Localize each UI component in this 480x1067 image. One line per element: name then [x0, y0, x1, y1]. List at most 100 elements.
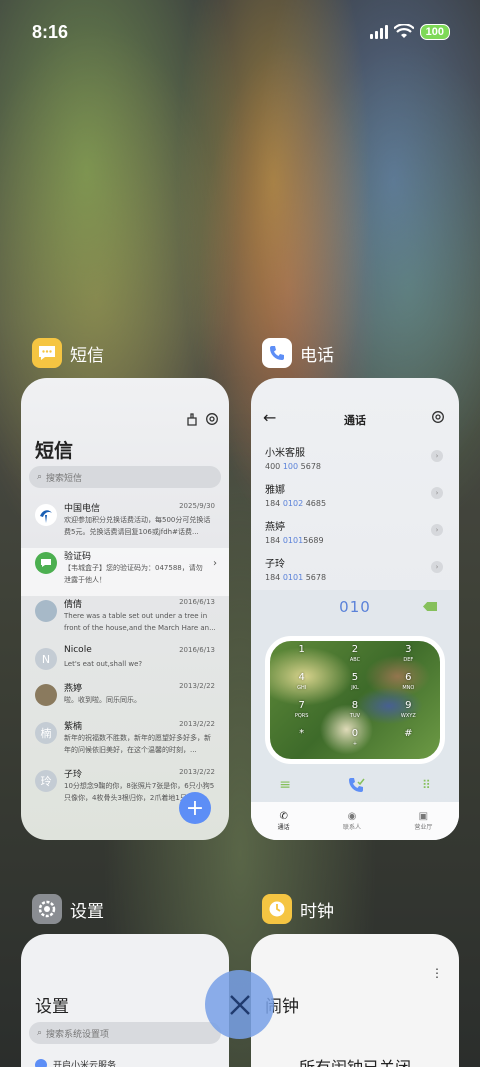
- phone-app-card[interactable]: ← 通话 小米客服 400 100 5678 › 雅娜 184 0102 468…: [251, 378, 459, 840]
- app-header-clock[interactable]: 时钟: [262, 894, 334, 924]
- message-date: 2013/2/22: [179, 768, 215, 776]
- dial-actions: ≡ ⠿: [251, 776, 459, 794]
- avatar: [35, 684, 57, 706]
- message-preview: 【韦城盒子】您的验证码为：047588，请勿泄露于他人！: [64, 564, 203, 584]
- sms-app-icon: [32, 338, 62, 368]
- chevron-right-icon: ›: [431, 561, 443, 573]
- contact-number: 184 0102 4685: [265, 499, 327, 508]
- dialpad-keys: 1 2 ABC 3 DEF 4 GHI 5 JKL 6 MNO 7 PQRS 8 TUV 9W…: [265, 636, 445, 764]
- gear-icon: [432, 411, 444, 423]
- phone-bottom-nav: ✆ 通话 ◉ 联系人 ▣ 营业厅: [251, 802, 459, 840]
- app-name-settings: 设置: [70, 901, 104, 922]
- clock-app-card[interactable]: ⋮ 闹钟 所有闹钟已关闭: [251, 934, 459, 1067]
- dial-key-9: 9 WXYZ: [400, 700, 416, 719]
- dialpad: 010 1 2 ABC 3 DEF 4 GHI 5 JKL 6 MNO 7 PQRS 8 TU…: [251, 590, 459, 840]
- dial-key-0: 0 +: [351, 728, 359, 747]
- phone-icon: ✆: [279, 811, 288, 822]
- contact-item: 子玲 184 0101 5678: [265, 555, 326, 582]
- avatar: [35, 600, 57, 622]
- keypad-icon: ⠿: [421, 778, 431, 792]
- close-icon: [229, 994, 250, 1015]
- settings-item: 开启小米云服务: [35, 1058, 116, 1067]
- app-header-phone[interactable]: 电话: [262, 338, 334, 368]
- message-preview: There was a table set out under a tree i…: [64, 612, 216, 632]
- cloud-icon: [35, 1058, 47, 1067]
- app-name-phone: 电话: [300, 345, 334, 366]
- dial-key-star: *: [299, 728, 305, 739]
- dial-key-1: 1: [298, 644, 305, 655]
- message-date: 2016/6/13: [179, 598, 215, 606]
- clean-icon: [187, 413, 197, 426]
- app-name-sms: 短信: [70, 345, 104, 366]
- telecom-logo-icon: [35, 504, 57, 526]
- dial-key-3: 3 DEF: [403, 644, 414, 663]
- app-header-settings[interactable]: 设置: [32, 894, 104, 924]
- avatar: 楠: [35, 722, 57, 744]
- app-header-sms[interactable]: 短信: [32, 338, 104, 368]
- sms-title: 短信: [35, 440, 74, 462]
- message-sender: 验证码: [64, 552, 92, 562]
- contact-item: 小米客服 400 100 5678: [265, 444, 321, 471]
- search-icon: ⌕: [37, 472, 43, 482]
- chevron-right-icon: ›: [213, 558, 217, 569]
- nav-tab-contacts: ◉ 联系人: [342, 811, 361, 831]
- store-icon: ▣: [418, 811, 429, 822]
- status-icons: 100: [369, 24, 450, 40]
- menu-icon: ≡: [279, 777, 291, 793]
- search-placeholder: 搜索系统设置项: [46, 1029, 110, 1040]
- message-sender: 紫楠: [64, 722, 83, 732]
- contact-name: 小米客服: [265, 448, 305, 459]
- message-date: 2016/6/13: [179, 646, 215, 654]
- settings-search-input: ⌕ 搜索系统设置项: [29, 1022, 221, 1044]
- message-sender: 子玲: [64, 770, 83, 780]
- dial-key-4: 4 GHI: [297, 672, 307, 691]
- dial-key-hash: #: [404, 728, 413, 739]
- dial-key-5: 5 JKL: [351, 672, 359, 691]
- battery-indicator: 100: [419, 24, 450, 40]
- message-preview: 新年的祝福数不胜数，新年的愿望好多好多，新年的问候依旧美好，在这个温馨的时刻，.…: [64, 734, 211, 754]
- message-item: 中国电信 2025/9/30 欢迎参加积分兑换话费活动，每500分可兑换话费5元…: [21, 500, 229, 548]
- chevron-right-icon: ›: [431, 487, 443, 499]
- search-placeholder: 搜索短信: [46, 473, 83, 484]
- call-icon: [349, 778, 366, 792]
- nav-tab-store: ▣ 营业厅: [414, 811, 433, 831]
- gear-icon: [206, 413, 218, 425]
- dial-key-6: 6 MNO: [402, 672, 415, 691]
- sms-search-input: ⌕ 搜索短信: [29, 466, 221, 488]
- contact-name: 雅娜: [265, 485, 285, 496]
- contact-number: 400 100 5678: [265, 462, 321, 471]
- more-icon: ⋮: [431, 966, 443, 980]
- contact-number: 184 0101 5678: [265, 573, 327, 582]
- phone-title: 通话: [344, 414, 366, 427]
- contact-item: 燕婷 184 01015689: [265, 518, 324, 545]
- contact-item: 雅娜 184 0102 4685: [265, 481, 326, 508]
- avatar: N: [35, 648, 57, 670]
- avatar: 玲: [35, 770, 57, 792]
- nav-tab-calls: ✆ 通话: [277, 811, 290, 831]
- message-date: 2013/2/22: [179, 682, 215, 690]
- chevron-right-icon: ›: [431, 450, 443, 462]
- contact-name: 子玲: [265, 559, 285, 570]
- alarm-status: 所有闹钟已关闭: [251, 1054, 459, 1067]
- message-date: 2013/2/22: [179, 720, 215, 728]
- message-preview: 啦。收到啦。同乐同乐。: [64, 696, 141, 704]
- message-sender: Nicole: [64, 645, 92, 655]
- status-time: 8:16: [32, 22, 69, 42]
- settings-app-icon: [32, 894, 62, 924]
- message-sender: 倩倩: [64, 600, 83, 610]
- contacts-icon: ◉: [347, 811, 357, 822]
- settings-app-card[interactable]: 设置 ⌕ 搜索系统设置项 开启小米云服务: [21, 934, 229, 1067]
- close-all-button[interactable]: [205, 970, 274, 1039]
- chat-bubble-icon: [35, 552, 57, 574]
- message-preview: 欢迎参加积分兑换话费活动，每500分可兑换话费5元。兑换话费请回复106或jfd…: [64, 516, 211, 536]
- clock-app-icon: [262, 894, 292, 924]
- message-preview: Let's eat out,shall we?: [64, 660, 143, 668]
- search-icon: ⌕: [37, 1028, 43, 1038]
- signal-icon: [369, 25, 388, 39]
- new-message-button: +: [179, 792, 211, 824]
- plus-icon: +: [185, 795, 205, 821]
- wifi-icon: [393, 24, 414, 38]
- sms-app-card[interactable]: 短信 ⌕ 搜索短信 中国电信 2025/9/30 欢迎参加积分兑换话费活动，每5…: [21, 378, 229, 840]
- message-sender: 中国电信: [64, 504, 101, 514]
- dial-key-8: 8 TUV: [349, 700, 361, 719]
